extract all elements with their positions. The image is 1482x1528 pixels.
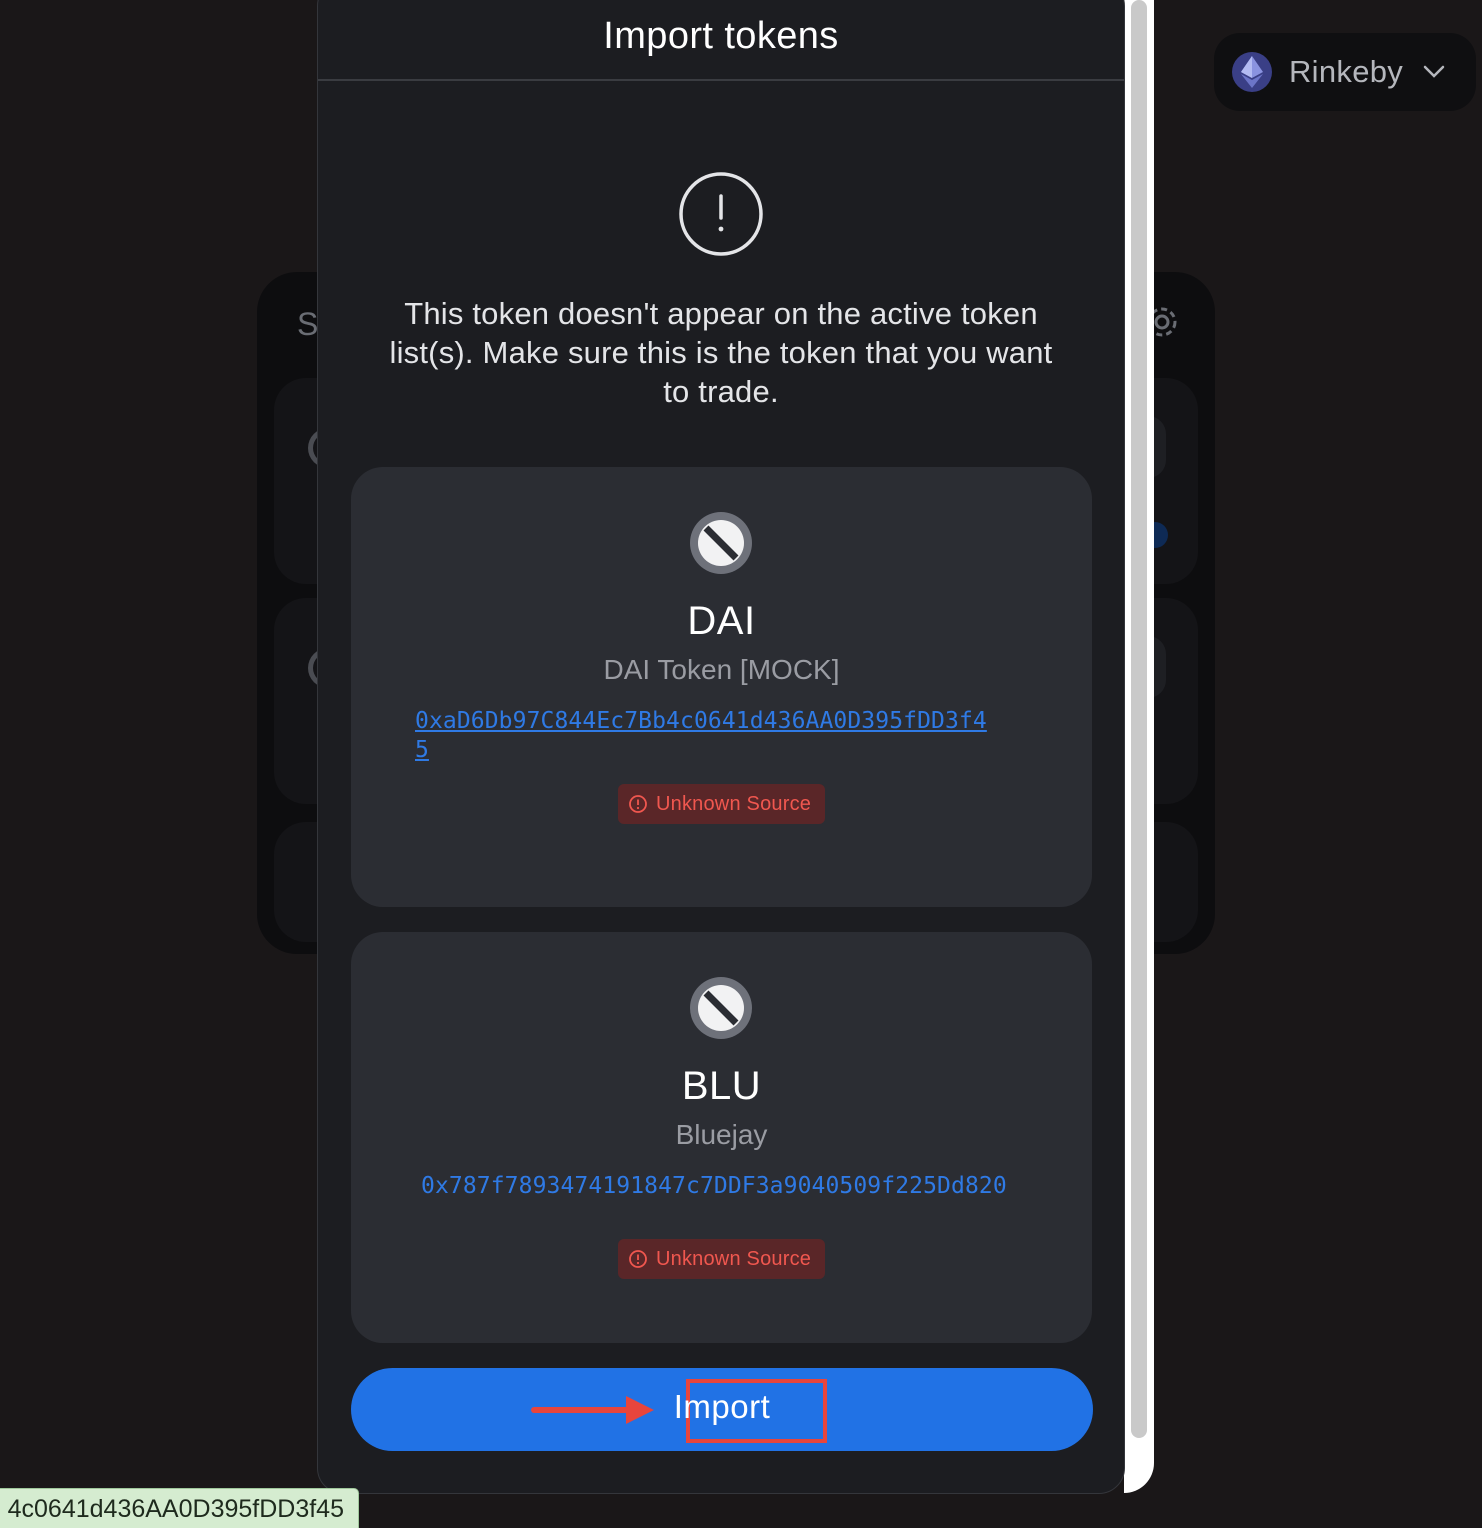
token-symbol: DAI [687, 599, 756, 643]
token-address-link[interactable]: 0xaD6Db97C844Ec7Bb4c0641d436AA0D395fDD3f… [415, 707, 987, 765]
blocked-icon [690, 977, 752, 1039]
address-line: 5 [415, 737, 429, 763]
status-url-text: 4c0641d436AA0D395fDD3f45 [7, 1495, 344, 1523]
status-bar-url: 4c0641d436AA0D395fDD3f45 [0, 1488, 359, 1528]
modal-title: Import tokens [603, 15, 839, 57]
badge-label: Unknown Source [656, 1247, 812, 1270]
import-button-label: Import [673, 1388, 771, 1425]
network-name: Rinkeby [1289, 54, 1404, 89]
token-name: DAI Token [MOCK] [603, 654, 840, 685]
badge-label: Unknown Source [656, 792, 812, 815]
blocked-icon [690, 512, 752, 574]
address-line: 0xaD6Db97C844Ec7Bb4c0641d436AA0D395fDD3f… [415, 708, 987, 734]
token-name: Bluejay [675, 1119, 768, 1150]
modal-header: Import tokens [318, 1, 1124, 81]
warning-message: This token doesn't appear on the active … [389, 296, 1053, 409]
token-address-link[interactable]: 0x787f7893474191847c7DDF3a9040509f225Dd8… [421, 1172, 1007, 1201]
alert-circle-icon [679, 172, 763, 256]
import-button[interactable]: Import [351, 1368, 1093, 1451]
import-tokens-modal: Import tokens This token doesn't appear … [317, 0, 1125, 1494]
alert-circle-icon [629, 1250, 647, 1268]
unknown-source-badge: Unknown Source [618, 1239, 825, 1279]
token-card-dai: DAI DAI Token [MOCK] 0xaD6Db97C844Ec7Bb4… [351, 467, 1092, 907]
network-selector[interactable]: Rinkeby [1214, 33, 1476, 111]
chevron-down-icon [1423, 65, 1445, 78]
ethereum-icon [1232, 52, 1272, 92]
alert-circle-icon [629, 795, 647, 813]
scrollbar-thumb[interactable] [1131, 0, 1147, 1438]
swap-title: S [297, 306, 319, 342]
token-symbol: BLU [681, 1064, 762, 1108]
unknown-source-badge: Unknown Source [618, 784, 825, 824]
token-card-blu: BLU Bluejay 0x787f7893474191847c7DDF3a90… [351, 932, 1092, 1343]
